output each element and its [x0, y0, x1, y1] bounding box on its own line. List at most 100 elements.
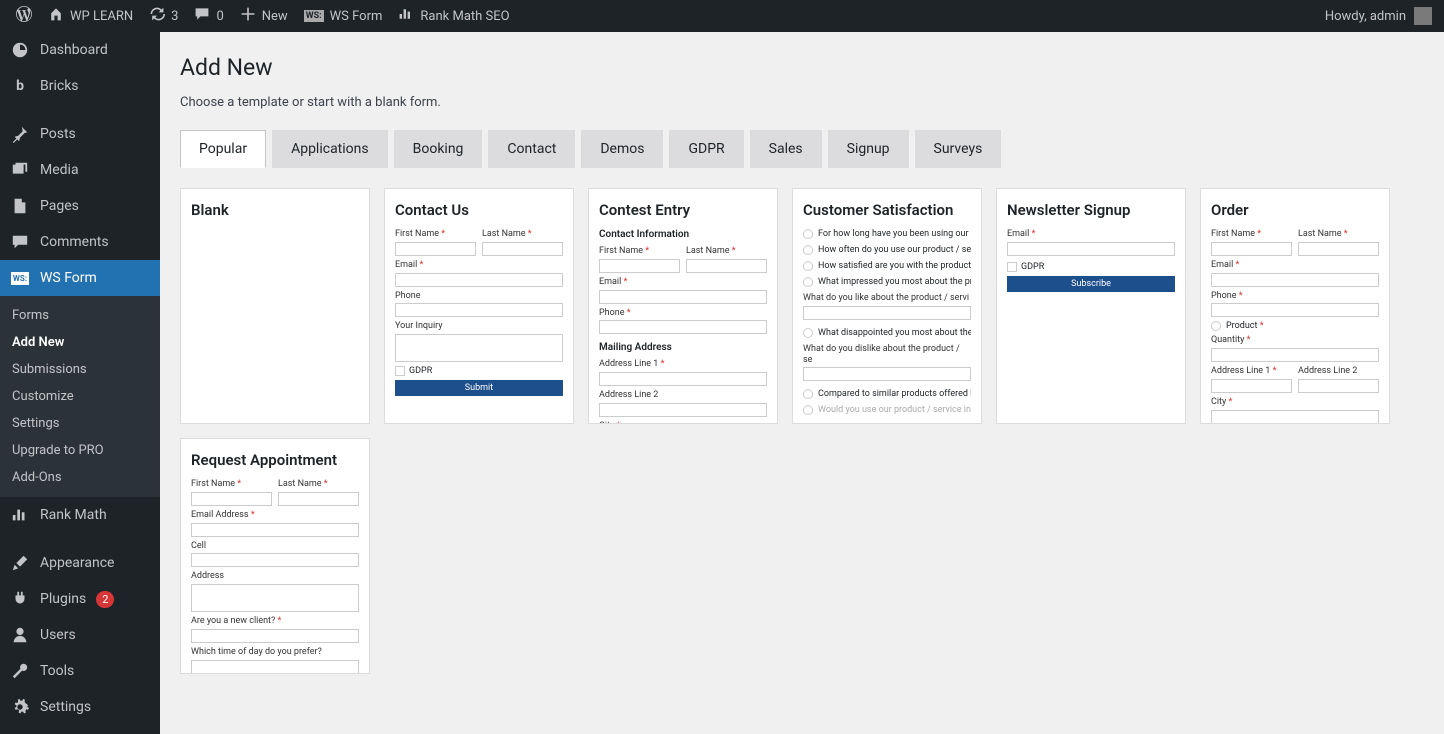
comments-count: 0 [216, 9, 223, 24]
field-label: Email * [1007, 229, 1175, 240]
pin-icon [10, 124, 30, 144]
field-label: Last Name * [482, 229, 563, 240]
sidebar-sub-submissions[interactable]: Submissions [0, 356, 160, 383]
field-label: Your Inquiry [395, 321, 563, 332]
field-input [1211, 242, 1292, 256]
new-link[interactable]: New [232, 0, 296, 32]
tab-surveys[interactable]: Surveys [915, 130, 1002, 168]
page-title: Add New [180, 54, 1424, 81]
media-icon [10, 160, 30, 180]
field-input [191, 523, 359, 537]
field-input [1211, 303, 1379, 317]
sidebar-item-appearance[interactable]: Appearance [0, 545, 160, 581]
radio-icon [803, 261, 813, 271]
tab-signup[interactable]: Signup [828, 130, 909, 168]
tab-popular[interactable]: Popular [180, 130, 266, 168]
field-label: Email * [395, 260, 563, 271]
plugins-badge: 2 [96, 591, 114, 608]
field-label: Phone [395, 291, 563, 302]
tab-gdpr[interactable]: GDPR [669, 130, 743, 168]
sidebar-sub-addons[interactable]: Add-Ons [0, 464, 160, 491]
sidebar-sub-forms[interactable]: Forms [0, 302, 160, 329]
wsform-topbar-link[interactable]: WS:WS Form [296, 0, 391, 32]
field-input [1211, 379, 1292, 393]
sidebar-label: Dashboard [40, 42, 108, 58]
tab-demos[interactable]: Demos [581, 130, 663, 168]
sidebar-item-bricks[interactable]: bBricks [0, 68, 160, 104]
topbar-right[interactable]: Howdy, admin [1325, 7, 1436, 25]
sidebar-label: Settings [40, 699, 91, 715]
radio-icon [803, 229, 813, 239]
field-label: Quantity * [1211, 335, 1379, 346]
field-label: How satisfied are you with the product [818, 261, 971, 271]
field-input [599, 403, 767, 417]
tab-applications[interactable]: Applications [272, 130, 388, 168]
template-newsletter-signup[interactable]: Newsletter Signup Email * GDPR Subscribe [996, 188, 1186, 424]
field-label: City * [599, 421, 767, 424]
field-input [395, 303, 563, 317]
sidebar-label: Plugins [40, 591, 86, 607]
sidebar-item-rankmath[interactable]: Rank Math [0, 497, 160, 533]
field-input [1298, 242, 1379, 256]
radio-icon [803, 389, 813, 399]
field-textarea [191, 584, 359, 612]
field-label: Address Line 2 [599, 390, 767, 401]
template-title: Order [1211, 201, 1379, 219]
template-request-appointment[interactable]: Request Appointment First Name * Last Na… [180, 438, 370, 674]
sidebar-sub-addnew[interactable]: Add New [0, 329, 160, 356]
sidebar-item-comments[interactable]: Comments [0, 224, 160, 260]
sidebar-item-tools[interactable]: Tools [0, 653, 160, 689]
template-contest-entry[interactable]: Contest Entry Contact Information First … [588, 188, 778, 424]
field-label: First Name * [395, 229, 476, 240]
tab-contact[interactable]: Contact [488, 130, 575, 168]
refresh-icon [149, 6, 165, 26]
sidebar-item-plugins[interactable]: Plugins 2 [0, 581, 160, 617]
updates-link[interactable]: 3 [141, 0, 186, 32]
bricks-icon: b [10, 76, 30, 96]
field-input [599, 259, 680, 273]
field-label: City * [1211, 397, 1379, 408]
field-label: Address Line 1 * [599, 359, 767, 370]
tab-booking[interactable]: Booking [394, 130, 483, 168]
sidebar-label: Posts [40, 126, 76, 142]
sidebar-submenu-wsform: Forms Add New Submissions Customize Sett… [0, 296, 160, 497]
rankmath-topbar-link[interactable]: Rank Math SEO [390, 0, 517, 32]
sidebar-sub-settings[interactable]: Settings [0, 410, 160, 437]
template-title: Contact Us [395, 201, 563, 219]
field-label: Phone * [599, 308, 767, 319]
sidebar-item-wsform[interactable]: WS:WS Form [0, 260, 160, 296]
howdy-text: Howdy, admin [1325, 9, 1406, 24]
sidebar-item-dashboard[interactable]: Dashboard [0, 32, 160, 68]
wsform-badge-icon: WS: [304, 10, 324, 22]
dashboard-icon [10, 40, 30, 60]
tab-sales[interactable]: Sales [750, 130, 822, 168]
field-input [1211, 273, 1379, 287]
sidebar-item-media[interactable]: Media [0, 152, 160, 188]
section-heading: Contact Information [599, 229, 767, 240]
field-label: First Name * [1211, 229, 1292, 240]
sidebar-item-pages[interactable]: Pages [0, 188, 160, 224]
template-contact-us[interactable]: Contact Us First Name * Last Name * Emai… [384, 188, 574, 424]
sidebar-label: WS Form [40, 270, 97, 286]
user-icon [10, 625, 30, 645]
template-title: Customer Satisfaction [803, 201, 971, 219]
comments-link[interactable]: 0 [186, 0, 231, 32]
sidebar-sub-customize[interactable]: Customize [0, 383, 160, 410]
field-label: Last Name * [1298, 229, 1379, 240]
template-customer-satisfaction[interactable]: Customer Satisfaction For how long have … [792, 188, 982, 424]
template-blank[interactable]: Blank [180, 188, 370, 424]
avatar-icon [1414, 7, 1432, 25]
sidebar-label: Pages [40, 198, 79, 214]
sidebar-item-settings[interactable]: Settings [0, 689, 160, 725]
sidebar-item-users[interactable]: Users [0, 617, 160, 653]
subscribe-button-preview: Subscribe [1007, 276, 1175, 292]
field-input [599, 320, 767, 334]
sidebar-item-posts[interactable]: Posts [0, 116, 160, 152]
site-name-link[interactable]: WP LEARN [40, 0, 141, 32]
template-order[interactable]: Order First Name * Last Name * Email * P… [1200, 188, 1390, 424]
wp-logo-menu[interactable] [8, 0, 40, 32]
field-label: Last Name * [686, 246, 767, 257]
field-label: What disappointed you most about the [818, 328, 971, 338]
sidebar-sub-upgrade[interactable]: Upgrade to PRO [0, 437, 160, 464]
checkbox-icon [395, 366, 405, 376]
